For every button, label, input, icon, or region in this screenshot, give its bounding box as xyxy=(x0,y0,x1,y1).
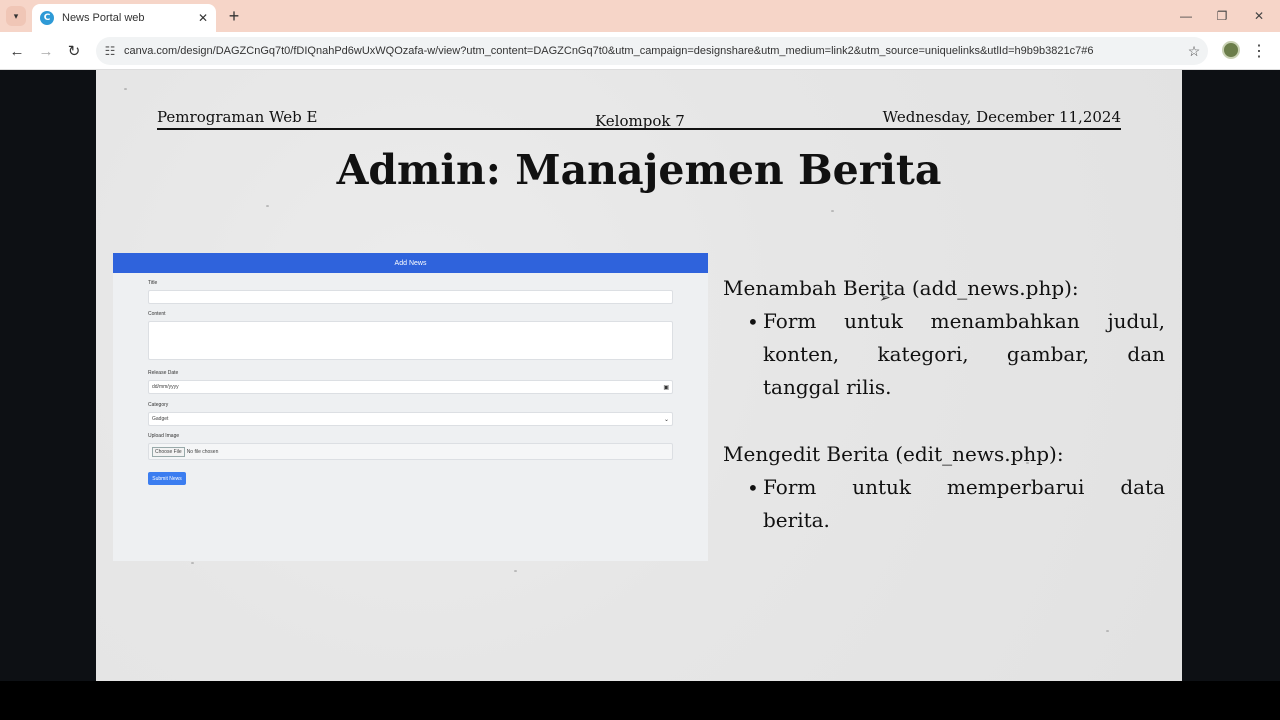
reload-button[interactable]: ↻ xyxy=(63,40,85,62)
release-date-placeholder: dd/mm/yyyy xyxy=(152,384,179,390)
mouse-cursor-icon: ➢ xyxy=(879,289,891,305)
canva-favicon-icon: C xyxy=(40,11,54,25)
title-input xyxy=(148,290,673,304)
close-icon[interactable]: ✕ xyxy=(198,11,208,25)
tab-search-button[interactable]: ▾ xyxy=(6,6,26,26)
paper-speck xyxy=(191,562,194,564)
back-arrow-icon: ← xyxy=(9,42,25,60)
category-select: Gadget ⌄ xyxy=(148,412,673,426)
forward-arrow-icon: → xyxy=(38,42,54,60)
forward-button[interactable]: → xyxy=(35,40,57,62)
add-news-description: Form untuk menambahkan judul, konten, ka… xyxy=(763,309,1165,408)
paper-speck xyxy=(266,205,269,207)
slide: Pemrograman Web E Kelompok 7 Wednesday, … xyxy=(96,70,1182,681)
description-line: tanggal rilis. xyxy=(763,375,892,399)
no-file-text: No file chosen xyxy=(186,448,219,455)
release-date-label: Release Date xyxy=(148,370,179,376)
restore-icon: ❐ xyxy=(1216,9,1228,23)
header-divider xyxy=(157,128,1121,130)
category-label: Category xyxy=(148,402,169,408)
chevron-down-icon: ⌄ xyxy=(663,416,669,423)
browser-toolbar: ← → ↻ ☷ canva.com/design/DAGZCnGq7t0/fDI… xyxy=(0,32,1280,70)
tab-strip: ▾ C News Portal web ✕ + — ❐ ✕ xyxy=(0,0,1280,32)
description-line: berita. xyxy=(763,508,830,532)
release-date-input: dd/mm/yyyy ▣ xyxy=(148,380,673,394)
kebab-menu-icon[interactable]: ⋮ xyxy=(1251,40,1267,62)
tab-title: News Portal web xyxy=(62,12,145,24)
new-tab-button[interactable]: + xyxy=(224,6,244,26)
paper-speck xyxy=(514,570,517,572)
tab-news-portal[interactable]: C News Portal web ✕ xyxy=(32,4,216,32)
description-line: Form untuk memperbarui data xyxy=(763,475,1165,499)
presentation-date: Wednesday, December 11,2024 xyxy=(882,108,1121,126)
bullet-icon: • xyxy=(747,310,759,334)
slide-title: Admin: Manajemen Berita xyxy=(336,146,942,194)
submit-news-button: Submit News xyxy=(148,472,186,485)
edit-news-heading: Mengedit Berita (edit_news.php): xyxy=(723,442,1064,466)
close-icon: ✕ xyxy=(1253,9,1265,23)
upload-image-input: Choose File No file chosen xyxy=(148,443,673,460)
category-value: Gadget xyxy=(152,416,169,422)
bottom-bar xyxy=(0,681,1280,720)
minimize-icon: — xyxy=(1180,9,1192,23)
tune-icon[interactable]: ☷ xyxy=(96,44,124,58)
paper-speck xyxy=(1106,630,1109,632)
course-name: Pemrograman Web E xyxy=(157,108,318,126)
title-label: Title xyxy=(148,280,158,286)
plus-icon: + xyxy=(228,5,240,26)
choose-file-button: Choose File xyxy=(152,446,185,457)
reload-icon: ↻ xyxy=(67,43,81,60)
add-news-form-screenshot: Add News Title Content Release Date dd/m… xyxy=(113,253,708,561)
content-textarea xyxy=(148,321,673,360)
profile-avatar[interactable] xyxy=(1222,41,1240,59)
minimize-button[interactable]: — xyxy=(1176,6,1196,26)
calendar-icon: ▣ xyxy=(663,384,669,391)
address-bar[interactable]: ☷ canva.com/design/DAGZCnGq7t0/fDIQnahPd… xyxy=(96,37,1208,65)
edit-news-description: Form untuk memperbarui data berita. xyxy=(763,475,1165,541)
content-label: Content xyxy=(148,311,166,317)
form-header: Add News xyxy=(113,253,708,273)
restore-button[interactable]: ❐ xyxy=(1212,6,1232,26)
star-icon[interactable]: ☆ xyxy=(1180,43,1208,60)
back-button[interactable]: ← xyxy=(6,40,28,62)
upload-image-label: Upload Image xyxy=(148,433,180,439)
bullet-icon: • xyxy=(747,476,759,500)
paper-speck xyxy=(831,210,834,212)
description-line: konten, kategori, gambar, dan xyxy=(763,342,1165,366)
paper-speck xyxy=(124,88,127,90)
add-news-heading: Menambah Berita (add_news.php): xyxy=(723,276,1079,300)
url-text[interactable]: canva.com/design/DAGZCnGq7t0/fDIQnahPd6w… xyxy=(124,45,1180,57)
window-close-button[interactable]: ✕ xyxy=(1249,6,1269,26)
chevron-down-icon: ▾ xyxy=(13,10,19,21)
description-line: Form untuk menambahkan judul, xyxy=(763,309,1165,333)
